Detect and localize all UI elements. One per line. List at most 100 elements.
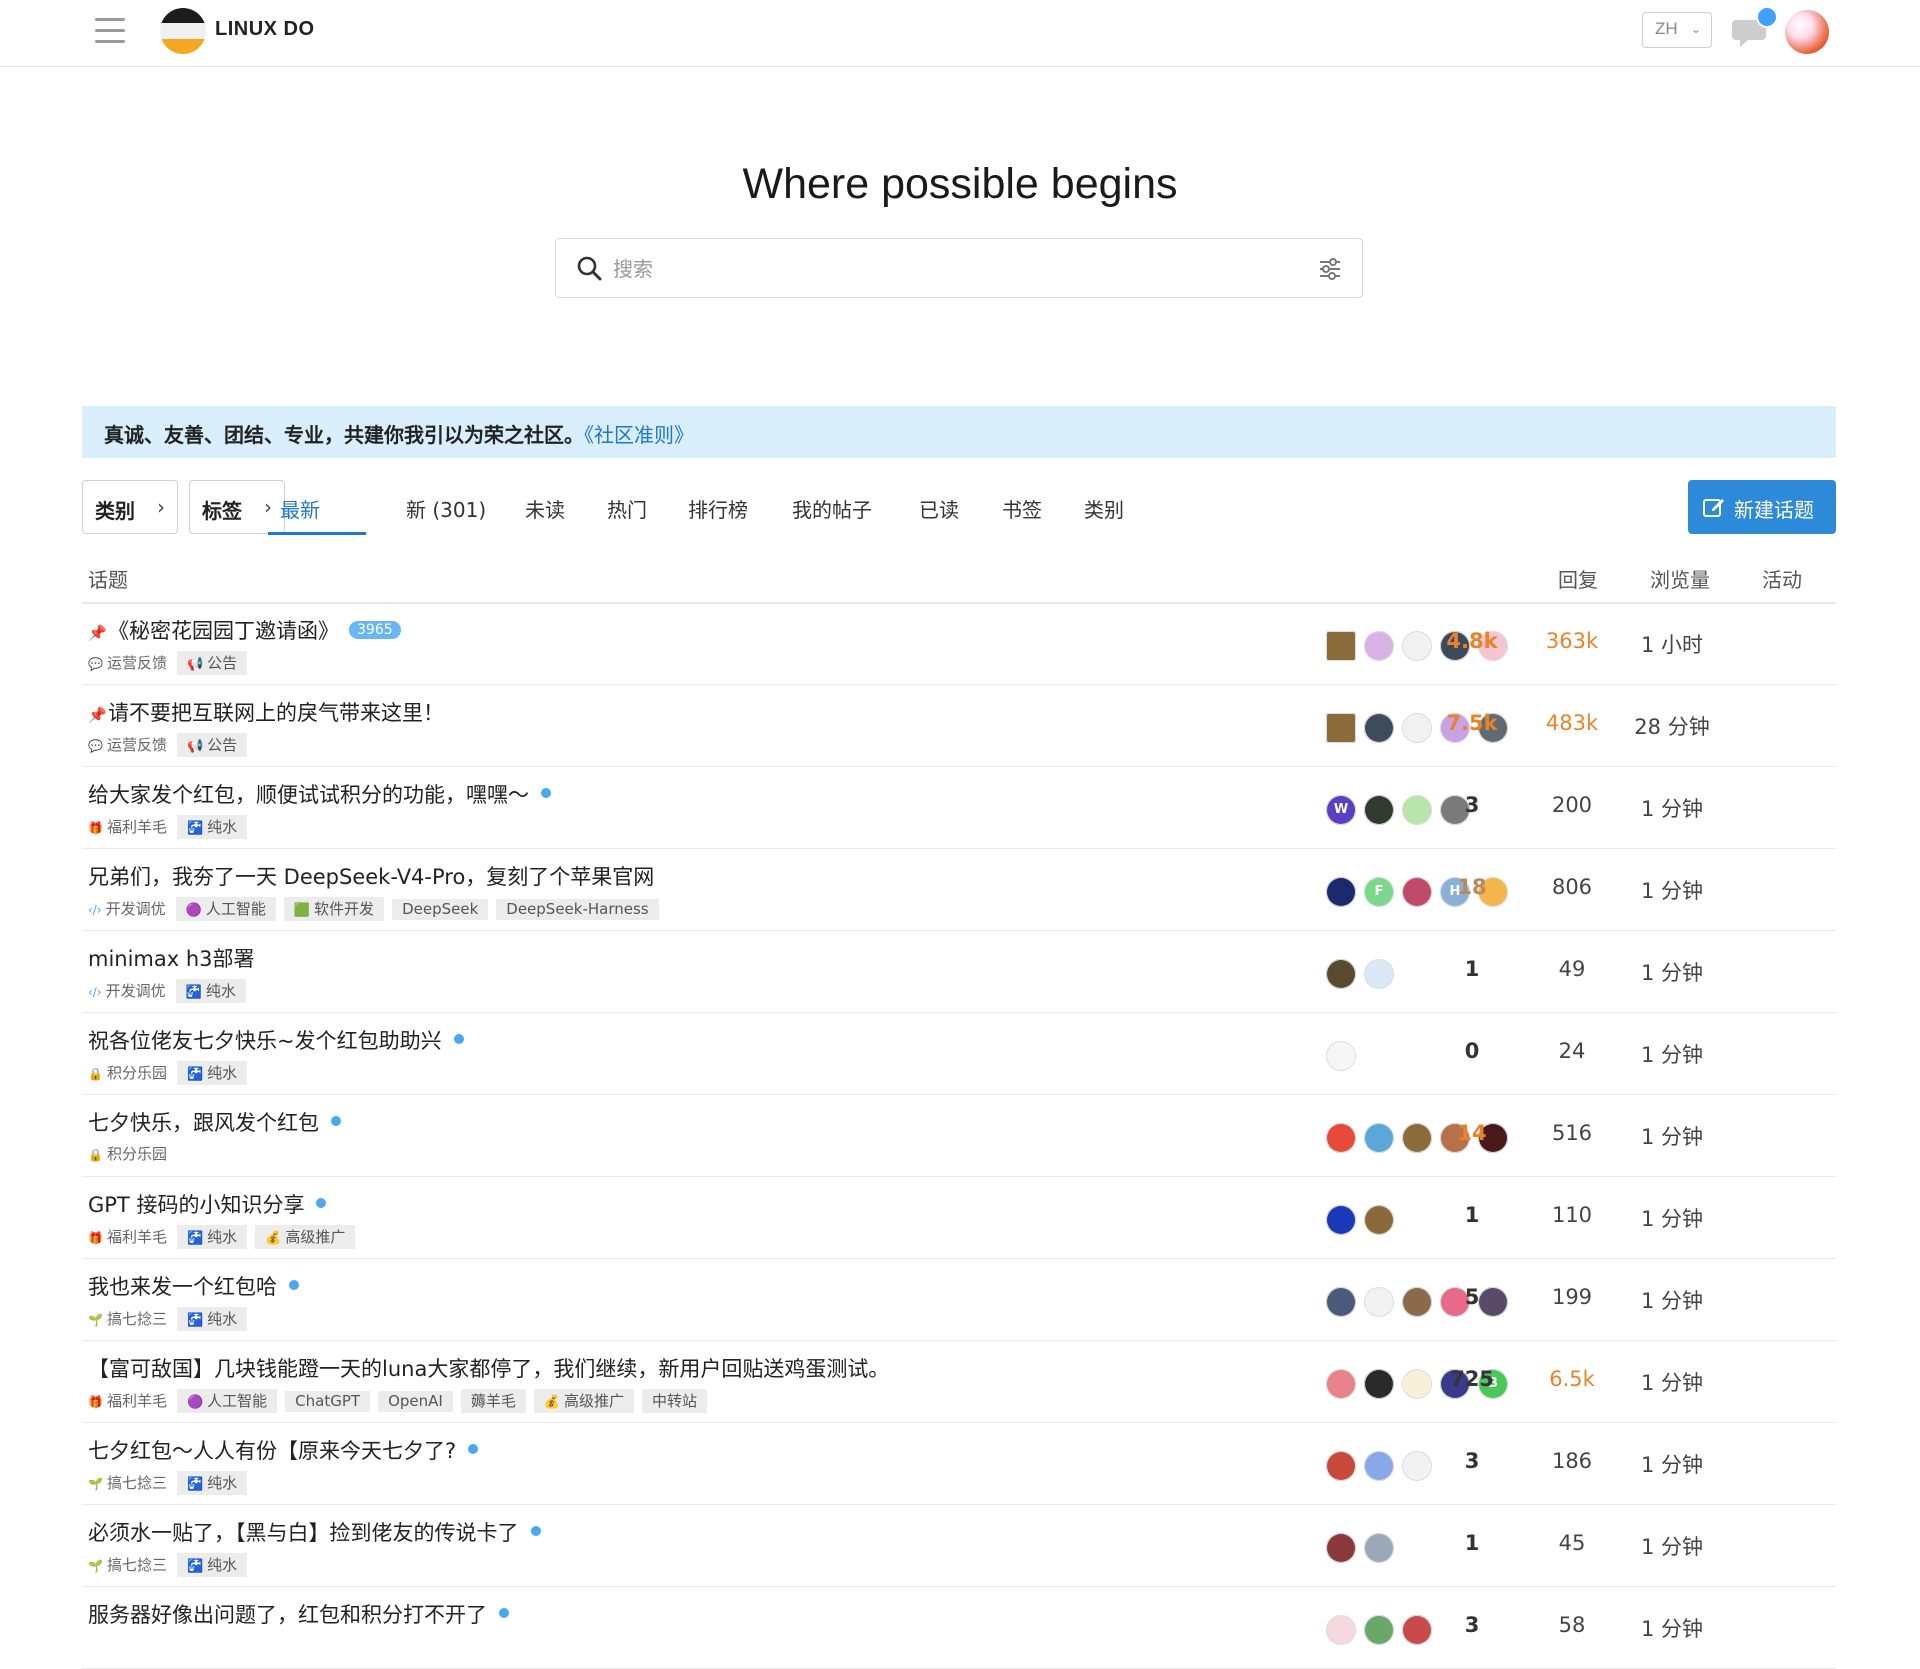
poster-avatar[interactable] xyxy=(1402,795,1432,825)
topic-title-text[interactable]: 必须水一贴了，【黑与白】捡到佬友的传说卡了 xyxy=(88,1521,519,1545)
poster-avatar[interactable] xyxy=(1364,713,1394,743)
poster-avatar[interactable] xyxy=(1326,1369,1356,1399)
reply-count[interactable]: 3 xyxy=(1437,1613,1507,1637)
category-link[interactable]: ‹/› 开发调优 xyxy=(88,982,166,1000)
tag-chip[interactable]: 🟣 人工智能 xyxy=(175,897,276,921)
tag-chip[interactable]: 🚰 纯水 xyxy=(176,1061,248,1085)
new-topic-button[interactable]: 新建话题 xyxy=(1688,480,1836,534)
tag-chip[interactable]: 中转站 xyxy=(642,1389,708,1413)
last-activity[interactable]: 1 分钟 xyxy=(1617,1449,1727,1479)
header-views[interactable]: 浏览量 xyxy=(1650,564,1710,593)
site-logo[interactable] xyxy=(160,8,206,54)
tag-chip[interactable]: 🚰 纯水 xyxy=(176,1307,248,1331)
tag-chip[interactable]: 🟣 人工智能 xyxy=(176,1389,278,1413)
topic-title-text[interactable]: 兄弟们，我夯了一天 DeepSeek-V4-Pro，复刻了个苹果官网 xyxy=(88,865,654,889)
poster-avatar[interactable] xyxy=(1364,1205,1394,1235)
topic-title[interactable]: 兄弟们，我夯了一天 DeepSeek-V4-Pro，复刻了个苹果官网 xyxy=(88,861,654,891)
poster-avatar[interactable] xyxy=(1326,877,1356,907)
topic-title-text[interactable]: 《秘密花园园丁邀请函》 xyxy=(108,619,339,643)
tab-6[interactable]: 已读 xyxy=(919,494,959,523)
user-avatar[interactable] xyxy=(1785,10,1829,54)
topic-title-text[interactable]: 请不要把互联网上的戾气带来这里！ xyxy=(108,701,444,725)
tag-chip[interactable]: 📢 公告 xyxy=(176,733,248,757)
reply-count[interactable]: 18 xyxy=(1437,875,1507,899)
language-selector[interactable]: ZH ⌄ xyxy=(1642,12,1712,48)
tag-chip[interactable]: ChatGPT xyxy=(285,1391,371,1412)
reply-count[interactable]: 1 xyxy=(1437,1203,1507,1227)
last-activity[interactable]: 1 小时 xyxy=(1617,629,1727,659)
topic-row[interactable]: 服务器好像出问题了，红包和积分打不开了 3 58 1 分钟 xyxy=(82,1587,1836,1669)
category-link[interactable]: 🔒 积分乐园 xyxy=(88,1064,167,1082)
poster-avatar[interactable] xyxy=(1364,1369,1394,1399)
topic-row[interactable]: 七夕快乐，跟风发个红包 🔒 积分乐园 14 516 1 分钟 xyxy=(82,1095,1836,1177)
last-activity[interactable]: 1 分钟 xyxy=(1617,1203,1727,1233)
header-replies[interactable]: 回复 xyxy=(1558,564,1598,593)
poster-avatar[interactable] xyxy=(1402,877,1432,907)
topic-row[interactable]: 【富可敌国】几块钱能蹬一天的luna大家都停了，我们继续，新用户回贴送鸡蛋测试。… xyxy=(82,1341,1836,1423)
tab-7[interactable]: 书签 xyxy=(1002,494,1042,523)
topic-row[interactable]: minimax h3部署 ‹/› 开发调优 🚰 纯水 1 49 1 分钟 xyxy=(82,931,1836,1013)
last-activity[interactable]: 1 分钟 xyxy=(1617,1613,1727,1643)
topic-row[interactable]: 七夕红包～人人有份【原来今天七夕了? 🌱 搞七捻三 🚰 纯水 3 186 1 分钟 xyxy=(82,1423,1836,1505)
topic-title-text[interactable]: 我也来发一个红包哈 xyxy=(88,1275,277,1299)
last-activity[interactable]: 1 分钟 xyxy=(1617,1039,1727,1069)
topic-title-text[interactable]: 七夕红包～人人有份【原来今天七夕了? xyxy=(88,1439,456,1463)
tag-chip[interactable]: 🚰 纯水 xyxy=(175,979,246,1003)
filter-sliders-icon[interactable] xyxy=(1318,257,1342,281)
poster-avatar[interactable] xyxy=(1364,631,1394,661)
category-dropdown[interactable]: 类别 › xyxy=(82,480,178,534)
topic-title-text[interactable]: GPT 接码的小知识分享 xyxy=(88,1193,304,1217)
topic-row[interactable]: 📌请不要把互联网上的戾气带来这里！ 💬 运营反馈 📢 公告 7.5k 483k 28 分钟 xyxy=(82,685,1836,767)
topic-title-text[interactable]: 祝各位佬友七夕快乐~发个红包助助兴 xyxy=(88,1029,442,1053)
tab-8[interactable]: 类别 xyxy=(1084,494,1124,523)
reply-count[interactable]: 14 xyxy=(1437,1121,1507,1145)
poster-avatar[interactable] xyxy=(1402,1369,1432,1399)
search-box[interactable] xyxy=(555,238,1363,298)
category-link[interactable]: 🌱 搞七捻三 xyxy=(88,1310,167,1328)
topic-title[interactable]: 七夕红包～人人有份【原来今天七夕了? xyxy=(88,1435,479,1465)
category-link[interactable]: 🌱 搞七捻三 xyxy=(88,1474,167,1492)
reply-count[interactable]: 3 xyxy=(1437,1449,1507,1473)
topic-title[interactable]: 祝各位佬友七夕快乐~发个红包助助兴 xyxy=(88,1025,464,1055)
category-link[interactable]: 🎁 福利羊毛 xyxy=(88,1392,167,1410)
last-activity[interactable]: 28 分钟 xyxy=(1617,711,1727,741)
poster-avatar[interactable] xyxy=(1402,1123,1432,1153)
tag-chip[interactable]: 薅羊毛 xyxy=(460,1389,526,1413)
last-activity[interactable]: 1 分钟 xyxy=(1617,1531,1727,1561)
topic-row[interactable]: 祝各位佬友七夕快乐~发个红包助助兴 🔒 积分乐园 🚰 纯水 0 24 1 分钟 xyxy=(82,1013,1836,1095)
poster-avatar[interactable] xyxy=(1326,1041,1356,1071)
topic-title[interactable]: 必须水一贴了，【黑与白】捡到佬友的传说卡了 xyxy=(88,1517,541,1547)
reply-count[interactable]: 4.8k xyxy=(1437,629,1507,653)
topic-title-text[interactable]: 【富可敌国】几块钱能蹬一天的luna大家都停了，我们继续，新用户回贴送鸡蛋测试。 xyxy=(88,1357,889,1381)
tag-dropdown[interactable]: 标签 › xyxy=(189,480,285,534)
site-brand[interactable]: LINUX DO xyxy=(215,18,315,41)
poster-avatar[interactable] xyxy=(1326,1287,1356,1317)
poster-avatar[interactable] xyxy=(1364,1287,1394,1317)
poster-avatar[interactable] xyxy=(1402,1615,1432,1645)
poster-avatar[interactable]: F xyxy=(1364,877,1394,907)
header-topic[interactable]: 话题 xyxy=(88,564,128,593)
search-input[interactable] xyxy=(611,251,1275,287)
category-link[interactable]: 💬 运营反馈 xyxy=(88,736,167,754)
category-link[interactable]: 🎁 福利羊毛 xyxy=(88,1228,167,1246)
community-guidelines-link[interactable]: 《社区准则》 xyxy=(584,423,694,447)
tag-chip[interactable]: 🚰 纯水 xyxy=(176,1553,248,1577)
last-activity[interactable]: 1 分钟 xyxy=(1617,1285,1727,1315)
poster-avatar[interactable] xyxy=(1364,1615,1394,1645)
poster-avatar[interactable] xyxy=(1364,959,1394,989)
reply-count[interactable]: 1 xyxy=(1437,957,1507,981)
poster-avatar[interactable] xyxy=(1402,1451,1432,1481)
topic-title-text[interactable]: 给大家发个红包，顺便试试积分的功能，嘿嘿～ xyxy=(88,783,529,807)
poster-avatar[interactable] xyxy=(1402,1287,1432,1317)
poster-avatar[interactable] xyxy=(1326,1205,1356,1235)
poster-avatar[interactable] xyxy=(1326,713,1356,743)
reply-count[interactable]: 3 xyxy=(1437,793,1507,817)
topic-title[interactable]: 📌《秘密花园园丁邀请函》 3965 xyxy=(88,615,401,645)
tag-chip[interactable]: OpenAI xyxy=(378,1391,453,1412)
category-link[interactable]: 🌱 搞七捻三 xyxy=(88,1556,167,1574)
reply-count[interactable]: 5 xyxy=(1437,1285,1507,1309)
reply-count[interactable]: 1 xyxy=(1437,1531,1507,1555)
tag-chip[interactable]: DeepSeek-Harness xyxy=(496,899,659,920)
last-activity[interactable]: 1 分钟 xyxy=(1617,875,1727,905)
topic-title[interactable]: 我也来发一个红包哈 xyxy=(88,1271,299,1301)
